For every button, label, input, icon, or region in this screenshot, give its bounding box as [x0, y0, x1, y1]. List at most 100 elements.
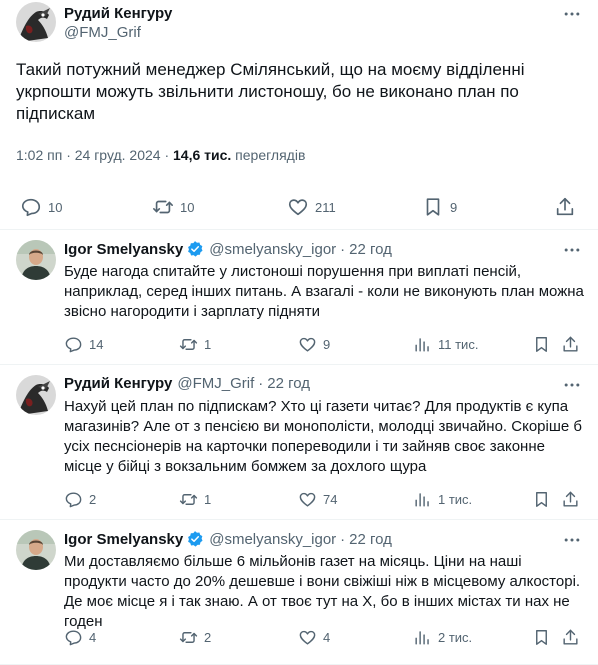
- reply-time[interactable]: 22 год: [349, 241, 392, 258]
- author-name[interactable]: Рудий Кенгуру: [64, 5, 172, 22]
- author-handle[interactable]: @smelyansky_igor: [209, 531, 336, 548]
- share-icon: [563, 491, 578, 507]
- verified-badge-icon[interactable]: [186, 530, 204, 548]
- reply-text: Нахуй цей план по підпискам? Хто ці газе…: [64, 398, 582, 475]
- bookmark-button[interactable]: [532, 334, 551, 354]
- author-handle[interactable]: @FMJ_Grif: [177, 375, 254, 392]
- like-icon: [299, 492, 316, 507]
- reply-header: Рудий Кенгуру @FMJ_Grif · 22 год: [64, 375, 310, 392]
- reply-header: Igor Smelyansky @smelyansky_igor · 22 го…: [64, 240, 392, 258]
- bookmark-button[interactable]: [532, 627, 551, 647]
- reply-time[interactable]: 22 год: [349, 531, 392, 548]
- verified-badge-icon[interactable]: [186, 240, 204, 258]
- more-icon[interactable]: [562, 375, 582, 395]
- like-button[interactable]: 211: [287, 196, 336, 218]
- share-button[interactable]: [561, 334, 580, 354]
- share-button[interactable]: [554, 196, 576, 218]
- repost-button[interactable]: 1: [179, 489, 211, 509]
- repost-icon: [179, 338, 198, 350]
- bookmark-icon: [426, 198, 440, 216]
- views-label: переглядів: [231, 147, 306, 163]
- share-button[interactable]: [561, 627, 580, 647]
- reply-header: Igor Smelyansky @smelyansky_igor · 22 го…: [64, 530, 392, 548]
- views-icon: [415, 630, 429, 645]
- views-button[interactable]: 1 тис.: [413, 489, 472, 509]
- tweet-text: Такий потужний менеджер Смілянський, що …: [16, 60, 525, 123]
- author-name[interactable]: Рудий Кенгуру: [64, 375, 172, 392]
- like-count: 4: [323, 629, 331, 645]
- bookmark-icon: [536, 336, 547, 352]
- author-avatar[interactable]: [16, 530, 56, 570]
- reply-button[interactable]: 10: [20, 196, 62, 218]
- views-count: 11 тис.: [438, 336, 479, 352]
- repost-count: 1: [204, 491, 212, 507]
- views-button[interactable]: 2 тис.: [413, 627, 472, 647]
- reply-count: 10: [48, 199, 63, 215]
- like-icon: [299, 630, 316, 645]
- views-count: 1 тис.: [438, 491, 473, 507]
- bookmark-button[interactable]: 9: [422, 196, 457, 218]
- separator-dot: ·: [258, 375, 264, 392]
- author-avatar[interactable]: [16, 2, 56, 42]
- author-name[interactable]: Igor Smelyansky: [64, 241, 183, 258]
- repost-count: 1: [204, 336, 212, 352]
- author-avatar[interactable]: [16, 240, 56, 280]
- share-button[interactable]: [561, 489, 580, 509]
- like-button[interactable]: 4: [298, 627, 330, 647]
- views-count: 14,6 тис.: [173, 147, 232, 163]
- repost-button[interactable]: 10: [152, 196, 194, 218]
- reply-button[interactable]: 2: [64, 489, 96, 509]
- author-avatar[interactable]: [16, 375, 56, 415]
- like-icon: [288, 199, 308, 216]
- repost-icon: [153, 200, 173, 214]
- reply-icon: [21, 198, 41, 217]
- reply-text: Ми доставляємо більше 6 мільйонів газет …: [64, 553, 581, 630]
- like-count: 9: [323, 336, 331, 352]
- bookmark-button[interactable]: [532, 489, 551, 509]
- bookmark-icon: [536, 629, 547, 645]
- reply-button[interactable]: 14: [64, 334, 103, 354]
- reply-button[interactable]: 4: [64, 627, 96, 647]
- reply-count: 4: [89, 629, 97, 645]
- like-button[interactable]: 74: [298, 489, 337, 509]
- main-tweet: Рудий Кенгуру @FMJ_Grif Такий потужний м…: [0, 0, 598, 230]
- repost-button[interactable]: 1: [179, 334, 211, 354]
- reply-icon: [65, 629, 82, 645]
- views-count: 2 тис.: [438, 629, 473, 645]
- author-name[interactable]: Igor Smelyansky: [64, 531, 183, 548]
- author-handle[interactable]: @smelyansky_igor: [209, 241, 336, 258]
- share-icon: [563, 336, 578, 352]
- author-handle[interactable]: @FMJ_Grif: [64, 24, 141, 41]
- more-icon[interactable]: [562, 530, 582, 550]
- like-count: 74: [323, 491, 338, 507]
- repost-icon: [179, 493, 198, 505]
- reply-icon: [65, 336, 82, 352]
- more-icon[interactable]: [562, 4, 582, 24]
- views-icon: [415, 492, 429, 507]
- reply-count: 2: [89, 491, 97, 507]
- repost-count: 2: [204, 629, 212, 645]
- reply-tweet: Рудий Кенгуру @FMJ_Grif · 22 год Нахуй ц…: [0, 365, 598, 520]
- bookmark-count: 9: [450, 199, 458, 215]
- tweet-time[interactable]: 1:02 пп · 24 груд. 2024 ·: [16, 147, 173, 163]
- tweet-meta: 1:02 пп · 24 груд. 2024 · 14,6 тис. пере…: [16, 147, 305, 163]
- more-icon[interactable]: [562, 240, 582, 260]
- reply-count: 14: [89, 336, 104, 352]
- reply-time[interactable]: 22 год: [267, 375, 310, 392]
- separator-dot: ·: [340, 530, 346, 548]
- reply-tweet: Igor Smelyansky @smelyansky_igor · 22 го…: [0, 230, 598, 365]
- repost-icon: [179, 631, 198, 643]
- repost-button[interactable]: 2: [179, 627, 211, 647]
- reply-tweet: Igor Smelyansky @smelyansky_igor · 22 го…: [0, 520, 598, 665]
- separator-dot: ·: [340, 240, 346, 258]
- like-button[interactable]: 9: [298, 334, 330, 354]
- share-icon: [563, 629, 578, 645]
- views-button[interactable]: 11 тис.: [413, 334, 478, 354]
- repost-count: 10: [180, 199, 195, 215]
- bookmark-icon: [536, 491, 547, 507]
- views-icon: [415, 337, 429, 352]
- like-icon: [299, 337, 316, 352]
- like-count: 211: [315, 199, 336, 215]
- reply-text: Буде нагода спитайте у листоноші порушен…: [64, 263, 584, 320]
- share-icon: [556, 197, 574, 216]
